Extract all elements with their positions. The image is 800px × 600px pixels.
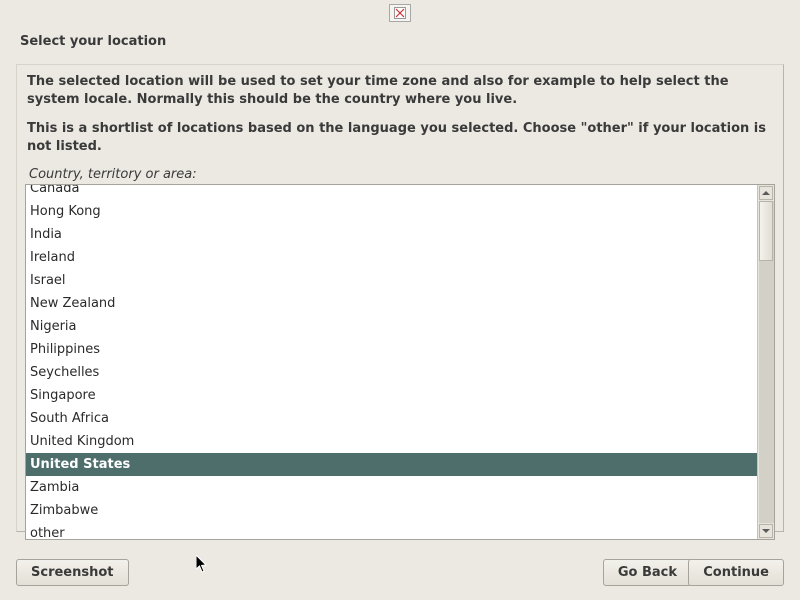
scrollbar[interactable]	[757, 185, 774, 539]
list-item[interactable]: United Kingdom	[26, 430, 757, 453]
scroll-up-button[interactable]	[759, 186, 773, 200]
go-back-button[interactable]: Go Back	[603, 559, 692, 586]
content-panel: The selected location will be used to se…	[16, 64, 784, 532]
list-item[interactable]: Canada	[26, 185, 757, 200]
description-line-1: The selected location will be used to se…	[27, 73, 773, 108]
list-item[interactable]: Philippines	[26, 338, 757, 361]
list-item[interactable]: other	[26, 522, 757, 539]
location-list[interactable]: CanadaHong KongIndiaIrelandIsraelNew Zea…	[26, 185, 757, 539]
screenshot-button[interactable]: Screenshot	[16, 559, 129, 586]
list-item[interactable]: New Zealand	[26, 292, 757, 315]
list-item[interactable]: South Africa	[26, 407, 757, 430]
list-item[interactable]: Hong Kong	[26, 200, 757, 223]
list-label: Country, territory or area:	[29, 167, 775, 182]
footer: Screenshot Go Back Continue	[16, 556, 784, 586]
list-item[interactable]: Seychelles	[26, 361, 757, 384]
list-item[interactable]: Ireland	[26, 246, 757, 269]
scroll-down-button[interactable]	[759, 524, 773, 538]
description-block: The selected location will be used to se…	[25, 73, 775, 155]
continue-button[interactable]: Continue	[688, 559, 784, 586]
scroll-thumb[interactable]	[759, 201, 773, 261]
description-line-2: This is a shortlist of locations based o…	[27, 120, 773, 155]
list-item[interactable]: Nigeria	[26, 315, 757, 338]
location-list-wrap: CanadaHong KongIndiaIrelandIsraelNew Zea…	[25, 184, 775, 540]
list-item[interactable]: India	[26, 223, 757, 246]
list-item[interactable]: Singapore	[26, 384, 757, 407]
broken-image-icon	[389, 4, 411, 22]
list-item[interactable]: Zimbabwe	[26, 499, 757, 522]
list-item[interactable]: Israel	[26, 269, 757, 292]
page-title: Select your location	[20, 34, 166, 49]
list-item[interactable]: Zambia	[26, 476, 757, 499]
list-item[interactable]: United States	[26, 453, 757, 476]
